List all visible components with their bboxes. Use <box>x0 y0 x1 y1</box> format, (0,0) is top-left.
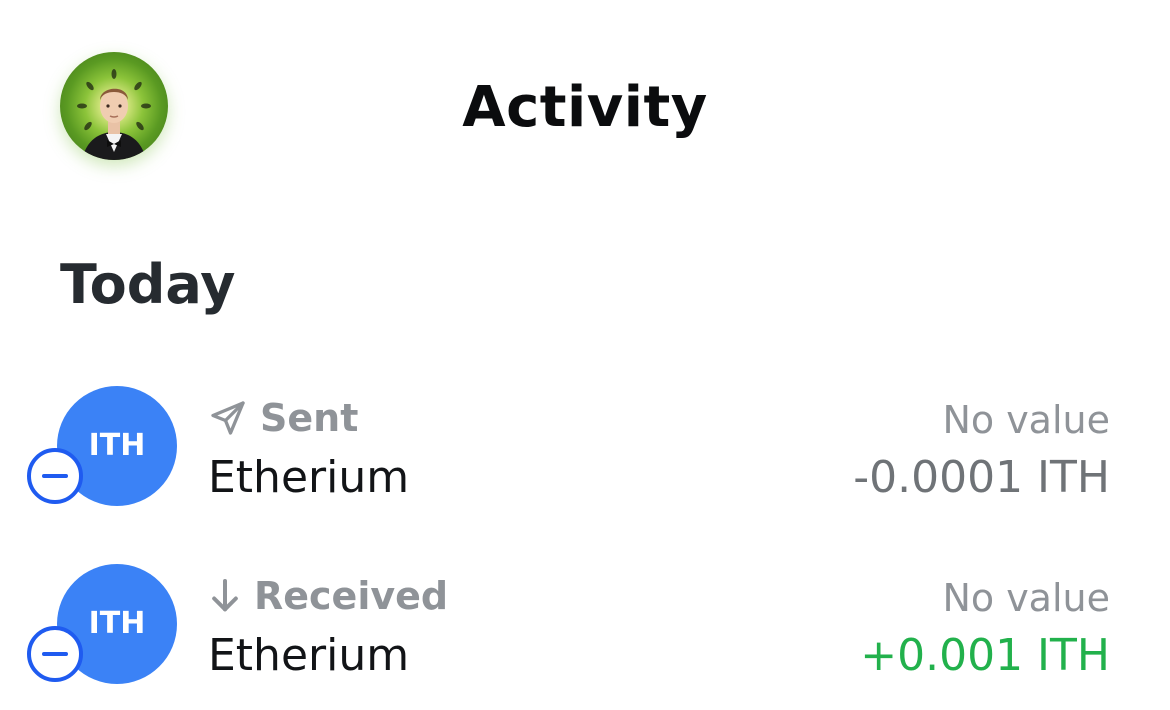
page-title: Activity <box>462 75 708 140</box>
send-arrow-icon <box>211 401 245 435</box>
pending-minus-icon <box>27 448 83 504</box>
section-title-today: Today <box>60 253 236 316</box>
fiat-value: No value <box>942 398 1110 442</box>
fiat-value: No value <box>942 576 1110 620</box>
amount-received: +0.001 ITH <box>860 630 1110 681</box>
transaction-type: Received <box>208 572 448 620</box>
transaction-type: Sent <box>208 394 358 442</box>
asset-name: Etherium <box>208 630 410 681</box>
pending-minus-icon <box>27 626 83 682</box>
activity-item-received[interactable]: ITH Received Etherium No value +0.001 IT… <box>0 558 1170 698</box>
activity-item-sent[interactable]: ITH Sent Etherium No value -0.0001 ITH <box>0 380 1170 520</box>
arrow-down-icon <box>212 579 238 612</box>
amount-sent: -0.0001 ITH <box>853 452 1110 503</box>
transaction-type-label: Received <box>254 574 449 618</box>
asset-name: Etherium <box>208 452 410 503</box>
transaction-type-label: Sent <box>260 396 359 440</box>
